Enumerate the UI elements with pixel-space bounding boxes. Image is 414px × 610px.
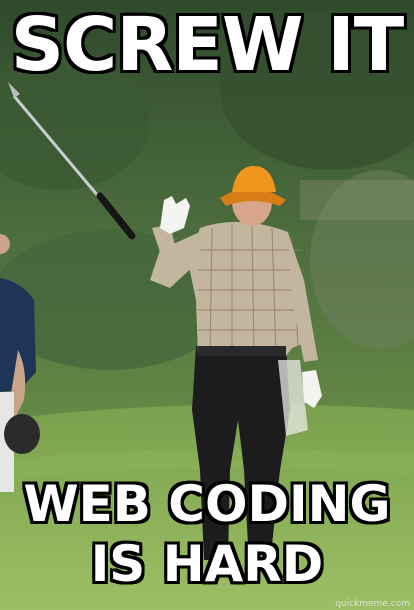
meme-bottom-text: WEB CODING IS HARD: [23, 475, 391, 593]
meme-top-text: SCREW IT: [10, 2, 405, 88]
watermark-text: quickmeme.com: [335, 599, 410, 609]
meme-image: SCREW IT WEB CODING IS HARD quickmeme.co…: [0, 0, 414, 610]
